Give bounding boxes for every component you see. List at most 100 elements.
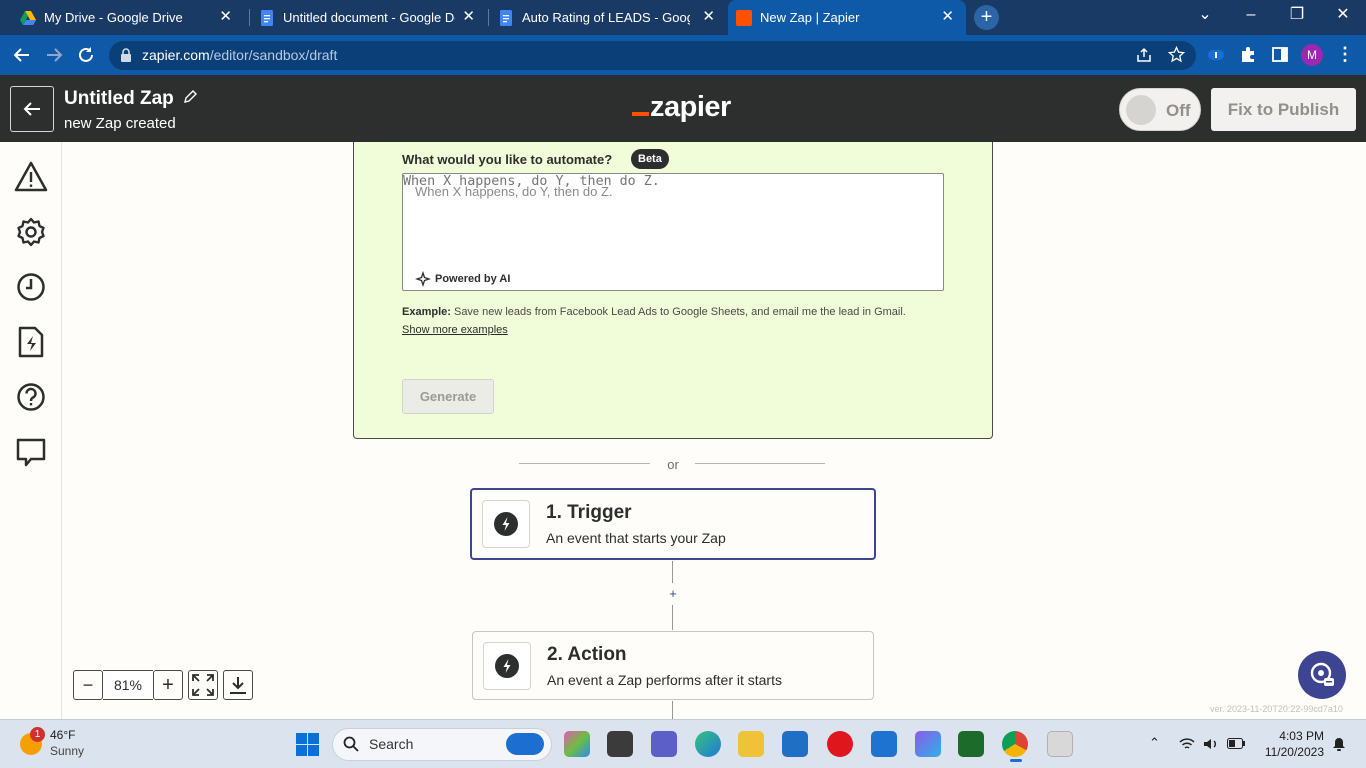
zap-status-text: new Zap created	[64, 115, 176, 132]
notification-bell-icon[interactable]	[1332, 737, 1346, 752]
edge-browser-icon[interactable]	[695, 731, 721, 757]
trigger-step-title: 1. Trigger	[546, 502, 632, 523]
wifi-icon[interactable]	[1179, 737, 1195, 751]
side-panel-icon[interactable]	[1272, 47, 1288, 62]
trigger-step-card[interactable]: 1. Trigger An event that starts your Zap	[470, 488, 876, 560]
active-app-indicator	[1010, 759, 1022, 762]
weather-badge: 1	[30, 727, 45, 742]
spreadsheet-app-icon[interactable]	[958, 731, 984, 757]
browser-tab-bar: My Drive - Google Drive ✕ Untitled docum…	[0, 0, 1366, 35]
tab-close-icon[interactable]: ✕	[702, 9, 715, 25]
warning-icon[interactable]	[14, 160, 48, 194]
step-icon-box	[483, 642, 531, 690]
tab-search-icon[interactable]: ⌄	[1182, 0, 1228, 30]
weather-description[interactable]: Sunny	[50, 744, 84, 758]
clock-date[interactable]: 11/20/2023	[1258, 745, 1324, 759]
tab-close-icon[interactable]: ✕	[462, 9, 475, 25]
battery-icon[interactable]	[1227, 738, 1245, 749]
microsoft-365-icon[interactable]	[915, 731, 941, 757]
chrome-browser-icon[interactable]	[1002, 731, 1028, 757]
zoom-in-button[interactable]: +	[153, 670, 183, 700]
zap-file-icon[interactable]	[14, 325, 48, 359]
minus-icon: −	[82, 675, 94, 695]
example-body: Save new leads from Facebook Lead Ads to…	[450, 306, 906, 318]
copilot-icon[interactable]	[564, 731, 590, 757]
sparkle-icon	[415, 271, 431, 287]
opera-browser-icon[interactable]	[827, 731, 853, 757]
extension-1password-icon[interactable]	[1207, 47, 1225, 63]
history-clock-icon[interactable]	[14, 270, 48, 304]
tab-title: My Drive - Google Drive	[44, 10, 183, 25]
zapier-logo[interactable]: zapier	[632, 91, 731, 124]
restore-icon[interactable]: ❐	[1274, 0, 1320, 30]
fix-to-publish-button[interactable]: Fix to Publish	[1211, 88, 1356, 131]
tab-close-icon[interactable]: ✕	[941, 9, 954, 25]
file-explorer-icon[interactable]	[738, 731, 764, 757]
action-step-description: An event a Zap performs after it starts	[547, 672, 782, 688]
new-tab-button[interactable]: +	[974, 5, 999, 30]
action-step-card[interactable]: 2. Action An event a Zap performs after …	[472, 631, 874, 700]
trigger-step-description: An event that starts your Zap	[546, 530, 726, 546]
microsoft-store-icon[interactable]	[782, 731, 808, 757]
show-hidden-icons-chevron-icon[interactable]: ⌃	[1149, 735, 1160, 751]
volume-icon[interactable]	[1203, 737, 1219, 751]
windows-taskbar	[0, 719, 1366, 768]
prompt-placeholder-text: When X happens, do Y, then do Z.	[415, 184, 613, 199]
help-question-icon[interactable]	[14, 380, 48, 414]
reload-icon[interactable]	[77, 46, 95, 64]
teams-chat-icon[interactable]	[651, 731, 677, 757]
search-highlight-icon	[506, 733, 544, 755]
tab-separator	[488, 9, 489, 26]
powered-by-ai: Powered by AI	[415, 271, 510, 287]
help-chat-button[interactable]	[1298, 651, 1346, 699]
download-button[interactable]	[223, 670, 253, 700]
exit-editor-button[interactable]	[10, 86, 54, 132]
generate-button[interactable]: Generate	[402, 379, 494, 414]
zoom-out-button[interactable]: −	[73, 670, 103, 700]
pencil-icon[interactable]	[183, 90, 198, 104]
feedback-chat-icon[interactable]	[14, 435, 48, 469]
taskbar-search-text: Search	[369, 736, 414, 752]
snipping-tool-icon[interactable]	[1047, 731, 1073, 757]
show-more-examples-link[interactable]: Show more examples	[402, 324, 508, 336]
forward-arrow-icon[interactable]	[45, 46, 63, 64]
clock-time[interactable]: 4:03 PM	[1270, 729, 1324, 743]
zap-title[interactable]: Untitled Zap	[64, 88, 198, 110]
lightning-bolt-icon	[494, 512, 518, 536]
windows-start-icon[interactable]	[296, 733, 319, 756]
extensions-puzzle-icon[interactable]	[1240, 46, 1256, 63]
fit-to-view-button[interactable]	[188, 670, 218, 700]
zapier-icon	[736, 9, 752, 26]
url-path: /editor/sandbox/draft	[209, 47, 338, 63]
example-label: Example:	[402, 306, 451, 318]
back-arrow-icon[interactable]	[13, 46, 31, 64]
action-step-title: 2. Action	[547, 644, 627, 665]
share-icon[interactable]	[1136, 47, 1152, 63]
task-view-icon[interactable]	[607, 731, 633, 757]
tab-google-drive[interactable]: My Drive - Google Drive ✕	[12, 0, 244, 35]
bookmark-star-icon[interactable]	[1168, 46, 1185, 63]
weather-temperature[interactable]: 46°F	[50, 728, 75, 742]
zap-title-text: Untitled Zap	[64, 88, 174, 109]
google-drive-icon	[20, 10, 36, 25]
tab-new-zap[interactable]: New Zap | Zapier ✕	[728, 0, 966, 35]
minimize-icon[interactable]: –	[1228, 0, 1274, 30]
toggle-label: Off	[1166, 101, 1191, 120]
automate-question-label: What would you like to automate?	[402, 152, 613, 167]
close-window-icon[interactable]: ✕	[1320, 0, 1366, 30]
profile-avatar[interactable]: M	[1301, 44, 1323, 66]
add-step-button[interactable]: +	[666, 586, 680, 601]
lock-icon[interactable]	[120, 48, 132, 62]
tab-untitled-document[interactable]: Untitled document - Google Docs ✕	[251, 0, 487, 35]
beta-badge: Beta	[631, 149, 669, 169]
tab-title: Untitled document - Google Docs	[283, 10, 455, 25]
tab-close-icon[interactable]: ✕	[219, 9, 232, 25]
url-text: zapier.com/editor/sandbox/draft	[142, 47, 337, 63]
mail-icon[interactable]	[871, 731, 897, 757]
browser-menu-icon[interactable]: ⋮	[1336, 44, 1354, 64]
toggle-knob	[1126, 95, 1156, 125]
tab-auto-rating-leads[interactable]: Auto Rating of LEADS - Google Docs ✕	[490, 0, 727, 35]
settings-gear-icon[interactable]	[14, 215, 48, 249]
step-connector-line	[672, 701, 673, 719]
step-connector-line	[672, 605, 673, 630]
